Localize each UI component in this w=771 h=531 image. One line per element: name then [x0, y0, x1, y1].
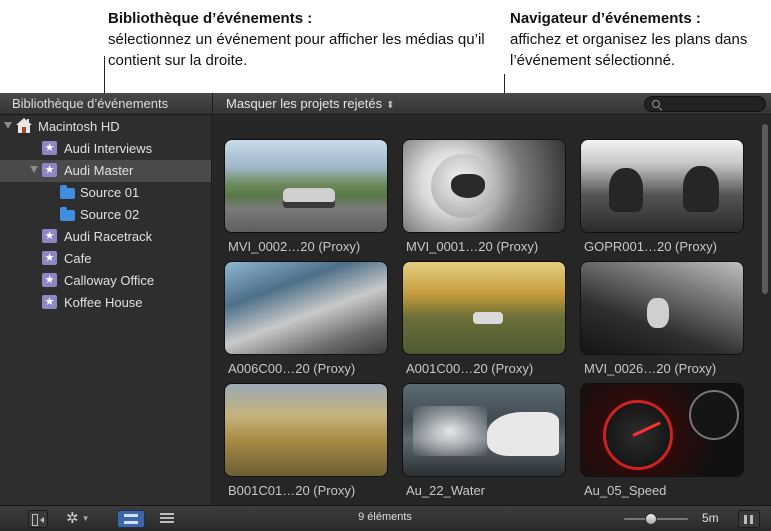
clip-thumbnail[interactable] — [581, 262, 743, 354]
clip-thumbnail[interactable] — [403, 140, 565, 232]
clip-name: MVI_0001…20 (Proxy) — [406, 239, 539, 254]
clip-name: MVI_0026…20 (Proxy) — [584, 361, 717, 376]
clip-name: GOPR001…20 (Proxy) — [584, 239, 717, 254]
item-count: 9 éléments — [358, 511, 412, 523]
duration-label: 5m — [702, 511, 719, 525]
sidebar-item-koffee-house[interactable]: ★ Koffee House — [0, 292, 211, 314]
gear-icon: ✲ — [66, 510, 79, 527]
callout-event-browser: Navigateur d’événements : affichez et or… — [510, 8, 770, 71]
callout-event-library: Bibliothèque d’événements : sélectionnez… — [108, 8, 488, 71]
sidebar-item-label: Macintosh HD — [38, 119, 120, 134]
clip-thumbnail[interactable] — [581, 384, 743, 476]
list-view-button[interactable] — [155, 510, 179, 528]
event-star-icon: ★ — [42, 273, 57, 287]
disclosure-triangle-icon[interactable] — [4, 122, 12, 129]
sidebar-item-label: Calloway Office — [64, 273, 155, 288]
callout-description: sélectionnez un événement pour afficher … — [108, 31, 485, 69]
callout-title: Bibliothèque d’événements : — [108, 10, 313, 27]
sidebar-item-calloway-office[interactable]: ★ Calloway Office — [0, 270, 211, 292]
callout-description: affichez et organisez les plans dans l’é… — [510, 31, 748, 69]
clip-item[interactable]: MVI_0001…20 (Proxy) — [403, 140, 565, 258]
filter-label: Masquer les projets rejetés — [226, 96, 383, 111]
sidebar-item-source-02[interactable]: Source 02 — [0, 204, 211, 226]
clip-item[interactable]: A006C00…20 (Proxy) — [225, 262, 387, 380]
divider — [212, 93, 213, 115]
clip-name: Au_22_Water — [406, 483, 486, 498]
sidebar-item-label: Source 01 — [80, 185, 140, 200]
clip-thumbnail[interactable] — [403, 262, 565, 354]
sidebar-item-label: Source 02 — [80, 207, 140, 222]
house-icon — [16, 118, 32, 133]
vertical-scrollbar[interactable] — [762, 124, 768, 294]
clip-item[interactable]: Au_22_Water — [403, 384, 565, 502]
app-window: Bibliothèque d’événements Masquer les pr… — [0, 93, 771, 531]
slider-knob[interactable] — [645, 513, 657, 525]
event-library-sidebar: Macintosh HD ★ Audi Interviews ★ Audi Ma… — [0, 116, 212, 505]
search-input[interactable] — [665, 97, 763, 111]
zoom-slider[interactable] — [624, 511, 688, 527]
clip-thumbnail[interactable] — [581, 140, 743, 232]
header-bar: Bibliothèque d’événements Masquer les pr… — [0, 93, 771, 115]
clip-thumbnail[interactable] — [225, 384, 387, 476]
up-down-arrows-icon: ⬍ — [386, 100, 395, 111]
chevron-down-icon: ▼ — [81, 514, 90, 524]
sidebar-item-audi-master[interactable]: ★ Audi Master — [0, 160, 211, 182]
sidebar-item-audi-racetrack[interactable]: ★ Audi Racetrack — [0, 226, 211, 248]
show-hide-library-button[interactable] — [28, 510, 48, 528]
sidebar-item-label: Audi Master — [64, 163, 134, 178]
clip-name: Au_05_Speed — [584, 483, 667, 498]
clip-name: MVI_0002…20 (Proxy) — [228, 239, 361, 254]
sidebar-item-label: Audi Interviews — [64, 141, 153, 156]
clip-appearance-button[interactable] — [738, 510, 760, 528]
event-star-icon: ★ — [42, 251, 57, 265]
callout-title: Navigateur d’événements : — [510, 10, 701, 27]
event-star-icon: ★ — [42, 141, 57, 155]
clip-item[interactable]: Au_05_Speed — [581, 384, 743, 502]
clip-thumbnail[interactable] — [225, 262, 387, 354]
event-star-icon: ★ — [42, 163, 57, 177]
clip-name: A006C00…20 (Proxy) — [228, 361, 356, 376]
clip-item[interactable]: MVI_0026…20 (Proxy) — [581, 262, 743, 380]
sidebar-item-audi-interviews[interactable]: ★ Audi Interviews — [0, 138, 211, 160]
clip-item[interactable]: A001C00…20 (Proxy) — [403, 262, 565, 380]
clip-item[interactable]: GOPR001…20 (Proxy) — [581, 140, 743, 258]
sidebar-item-cafe[interactable]: ★ Cafe — [0, 248, 211, 270]
bottom-toolbar: ✲ ▼ 9 éléments 5m — [0, 505, 771, 531]
event-library-title: Bibliothèque d’événements — [12, 96, 169, 111]
clip-thumbnail[interactable] — [225, 140, 387, 232]
sidebar-item-label: Koffee House — [64, 295, 143, 310]
clip-item[interactable]: MVI_0002…20 (Proxy) — [225, 140, 387, 258]
search-field[interactable] — [644, 96, 766, 112]
filter-popup-button[interactable]: Masquer les projets rejetés ⬍ — [226, 96, 394, 111]
folder-icon — [60, 185, 75, 199]
action-menu-button[interactable]: ✲ ▼ — [66, 510, 102, 528]
search-icon — [652, 100, 660, 108]
filmstrip-view-button[interactable] — [117, 510, 145, 528]
sidebar-item-macintosh-hd[interactable]: Macintosh HD — [0, 116, 211, 138]
sidebar-item-source-01[interactable]: Source 01 — [0, 182, 211, 204]
clip-item[interactable]: B001C01…20 (Proxy) — [225, 384, 387, 502]
sidebar-item-label: Cafe — [64, 251, 92, 266]
disclosure-triangle-icon[interactable] — [30, 166, 38, 173]
event-star-icon: ★ — [42, 295, 57, 309]
callout-leader-line — [104, 56, 105, 96]
sidebar-item-label: Audi Racetrack — [64, 229, 153, 244]
event-star-icon: ★ — [42, 229, 57, 243]
folder-icon — [60, 207, 75, 221]
clip-thumbnail[interactable] — [403, 384, 565, 476]
clip-name: A001C00…20 (Proxy) — [406, 361, 534, 376]
clip-name: B001C01…20 (Proxy) — [228, 483, 356, 498]
event-browser: MVI_0002…20 (Proxy) MVI_0001…20 (Proxy) … — [213, 116, 771, 505]
